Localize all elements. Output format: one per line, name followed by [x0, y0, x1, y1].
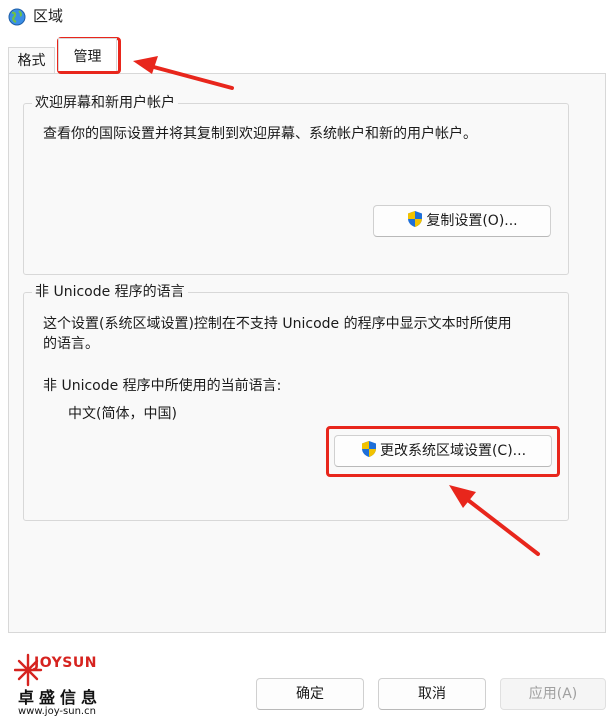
welcome-group-title: 欢迎屏幕和新用户帐户: [32, 93, 178, 113]
annotation-highlight-button: [326, 426, 560, 477]
non-unicode-group: 非 Unicode 程序的语言 这个设置(系统区域设置)控制在不支持 Unico…: [23, 282, 569, 521]
brand-url: www.joy-sun.cn: [18, 706, 96, 717]
tab-administrative[interactable]: 管理: [58, 38, 117, 71]
copy-settings-button[interactable]: 复制设置(O)...: [373, 205, 551, 237]
non-unicode-description-line2: 的语言。: [43, 336, 99, 352]
current-language-value: 中文(简体，中国): [68, 406, 177, 422]
title-bar: 区域: [0, 0, 616, 36]
tab-panel-administrative: 欢迎屏幕和新用户帐户 查看你的国际设置并将其复制到欢迎屏幕、系统帐户和新的用户帐…: [8, 73, 606, 633]
welcome-group-description: 查看你的国际设置并将其复制到欢迎屏幕、系统帐户和新的用户帐户。: [43, 126, 477, 142]
window-title: 区域: [33, 7, 64, 25]
uac-shield-icon: [408, 211, 423, 227]
brand-name-en: JOYSUN: [34, 655, 97, 671]
copy-settings-label: 复制设置(O)...: [426, 213, 518, 229]
ok-button[interactable]: 确定: [256, 678, 364, 710]
brand-name-cn: 卓盛信息: [18, 688, 103, 707]
tab-format[interactable]: 格式: [8, 47, 55, 75]
welcome-screen-group: 欢迎屏幕和新用户帐户 查看你的国际设置并将其复制到欢迎屏幕、系统帐户和新的用户帐…: [23, 93, 569, 275]
non-unicode-description-line1: 这个设置(系统区域设置)控制在不支持 Unicode 的程序中显示文本时所使用: [43, 316, 512, 332]
current-language-label: 非 Unicode 程序中所使用的当前语言:: [43, 378, 282, 394]
globe-icon: [8, 8, 26, 26]
apply-button[interactable]: 应用(A): [500, 678, 606, 710]
cancel-button[interactable]: 取消: [378, 678, 486, 710]
non-unicode-group-title: 非 Unicode 程序的语言: [32, 282, 188, 302]
